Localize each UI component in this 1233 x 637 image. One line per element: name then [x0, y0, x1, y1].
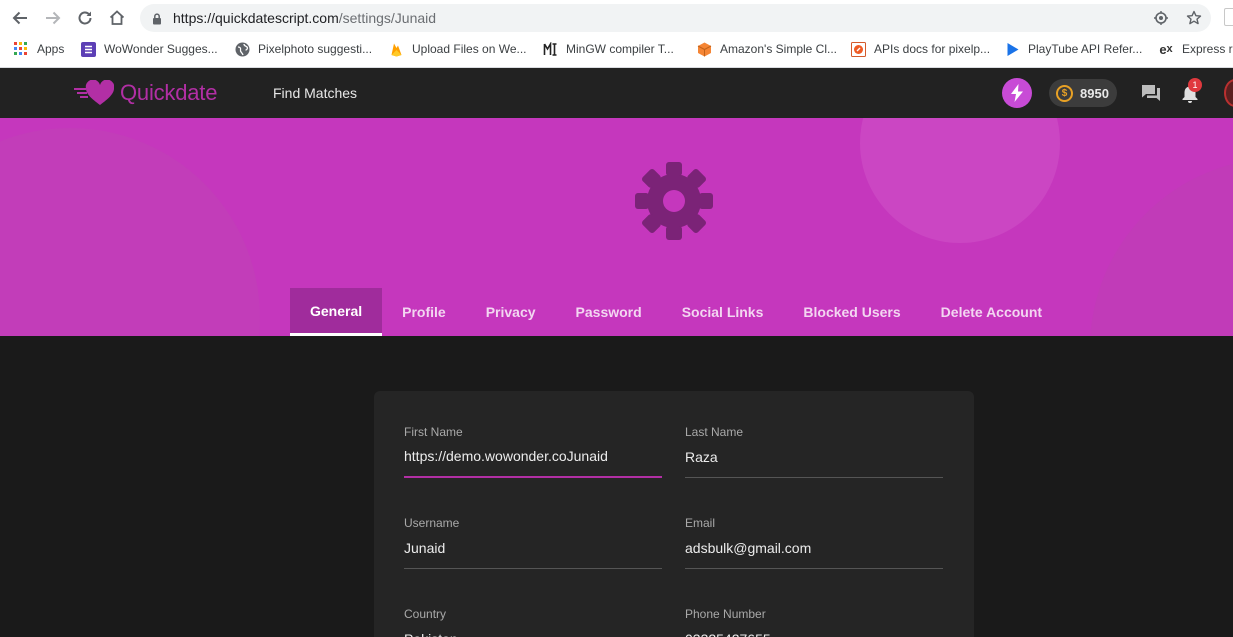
decorative-circle	[1090, 158, 1233, 336]
bookmarks-bar: Apps WoWonder Sugges... Pixelphoto sugge…	[0, 36, 1233, 62]
address-bar[interactable]: https://quickdatescript.com/settings/Jun…	[140, 4, 1211, 32]
bookmark-label: Amazon's Simple Cl...	[720, 42, 837, 56]
bookmark-apps[interactable]: Apps	[13, 40, 64, 58]
logo-text: Quickdate	[120, 80, 218, 105]
username-label: Username	[404, 516, 460, 530]
wowonder-icon	[80, 41, 96, 57]
credits-value: 8950	[1080, 85, 1109, 101]
last-name-input[interactable]	[685, 446, 943, 478]
quickdate-logo[interactable]: Quickdate	[74, 80, 217, 106]
bookmark-label: Apps	[37, 42, 65, 56]
coin-icon: $	[1056, 84, 1073, 102]
nav-find-matches[interactable]: Find Matches	[273, 85, 357, 101]
globe-icon	[234, 41, 250, 57]
phone-input[interactable]	[685, 628, 943, 637]
bookmark-label: Express ro	[1182, 42, 1233, 56]
phone-label: Phone Number	[685, 607, 766, 621]
first-name-label: First Name	[404, 425, 463, 439]
tab-privacy[interactable]: Privacy	[466, 288, 556, 336]
country-field: Country	[404, 607, 662, 637]
bookmark-mingw[interactable]: MinGW compiler T...	[542, 40, 674, 58]
lightning-icon	[1011, 84, 1023, 102]
tab-delete-account[interactable]: Delete Account	[921, 288, 1062, 336]
first-name-field: First Name	[404, 425, 662, 478]
firebase-icon	[388, 41, 404, 57]
home-icon[interactable]	[105, 6, 129, 30]
bookmark-label: WoWonder Sugges...	[104, 42, 218, 56]
extension-icon[interactable]	[1224, 8, 1233, 26]
tab-social-links[interactable]: Social Links	[662, 288, 784, 336]
country-label: Country	[404, 607, 447, 621]
apps-grid-icon	[13, 41, 29, 57]
location-icon[interactable]	[1152, 9, 1170, 27]
express-icon: ex	[1159, 41, 1173, 57]
bookmark-label: Pixelphoto suggesti...	[258, 42, 373, 56]
back-icon[interactable]	[8, 6, 32, 30]
bookmark-label: Upload Files on We...	[412, 42, 527, 56]
email-label: Email	[685, 516, 716, 530]
phone-field: Phone Number	[685, 607, 943, 637]
email-input[interactable]	[685, 537, 943, 569]
bookmark-amazon[interactable]: Amazon's Simple Cl...	[696, 40, 837, 58]
lock-icon	[152, 12, 162, 30]
boost-button[interactable]	[1002, 78, 1032, 108]
bookmark-express[interactable]: ex Express ro	[1158, 40, 1233, 58]
mingw-icon	[542, 41, 558, 57]
email-field: Email	[685, 516, 943, 569]
bookmark-label: PlayTube API Refer...	[1028, 42, 1143, 56]
country-select[interactable]	[404, 628, 662, 637]
decorative-circle	[0, 128, 260, 336]
bookmark-wowonder[interactable]: WoWonder Sugges...	[80, 40, 218, 58]
bookmark-pixelphoto[interactable]: Pixelphoto suggesti...	[234, 40, 372, 58]
tab-blocked-users[interactable]: Blocked Users	[783, 288, 920, 336]
tab-profile[interactable]: Profile	[382, 288, 466, 336]
playtube-icon	[1004, 41, 1020, 57]
last-name-label: Last Name	[685, 425, 744, 439]
decorative-circle	[860, 118, 1060, 243]
heart-logo-icon	[74, 80, 114, 105]
url-text: https://quickdatescript.com/settings/Jun…	[173, 10, 437, 26]
reload-icon[interactable]	[73, 6, 97, 30]
bookmark-label: APIs docs for pixelp...	[874, 42, 991, 56]
bookmark-label: MinGW compiler T...	[566, 42, 674, 56]
credits-balance[interactable]: $ 8950	[1049, 79, 1117, 107]
tab-password[interactable]: Password	[556, 288, 662, 336]
settings-hero: General Profile Privacy Password Social …	[0, 118, 1233, 336]
tab-general[interactable]: General	[290, 288, 383, 336]
bookmark-upload-files[interactable]: Upload Files on We...	[388, 40, 527, 58]
general-settings-form: First Name Last Name Username Email Coun…	[374, 391, 974, 637]
username-input[interactable]	[404, 537, 662, 569]
messages-icon[interactable]	[1140, 82, 1162, 104]
notification-badge: 1	[1188, 78, 1202, 92]
postman-icon	[850, 41, 866, 57]
bookmark-apis-docs[interactable]: APIs docs for pixelp...	[850, 40, 990, 58]
app-header: Quickdate Find Matches $ 8950 1	[0, 68, 1233, 118]
bookmark-playtube[interactable]: PlayTube API Refer...	[1004, 40, 1142, 58]
aws-icon	[696, 41, 712, 57]
star-icon[interactable]	[1185, 9, 1203, 27]
username-field: Username	[404, 516, 662, 569]
settings-tabs: General Profile Privacy Password Social …	[290, 288, 1062, 336]
last-name-field: Last Name	[685, 425, 943, 478]
first-name-input[interactable]	[404, 446, 662, 478]
settings-gear-icon	[635, 162, 713, 240]
browser-chrome: https://quickdatescript.com/settings/Jun…	[0, 0, 1233, 68]
forward-icon[interactable]	[41, 6, 65, 30]
